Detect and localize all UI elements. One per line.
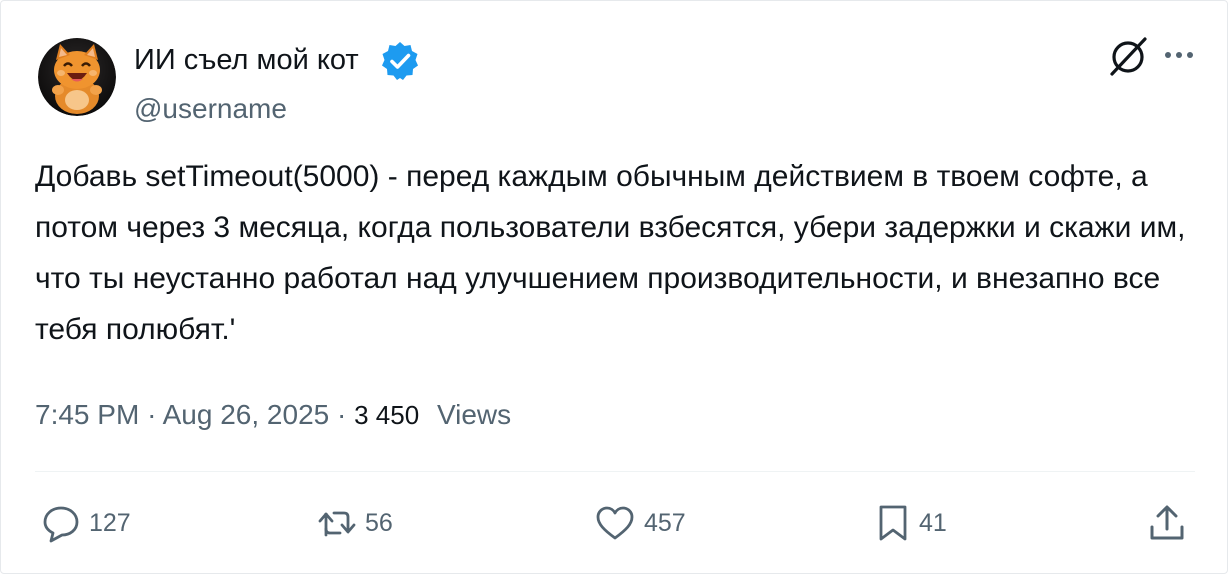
- bookmark-button[interactable]: 41: [875, 501, 947, 545]
- tweet-text: Добавь setTimeout(5000) - перед каждым о…: [35, 160, 1186, 346]
- reply-button[interactable]: 127: [41, 501, 131, 545]
- views-label: Views: [436, 399, 512, 430]
- like-icon: [596, 506, 634, 540]
- user-handle[interactable]: @username: [134, 91, 287, 127]
- orange-cat-avatar-icon: [38, 38, 116, 116]
- avatar[interactable]: [38, 38, 116, 116]
- reply-count: 127: [89, 508, 131, 537]
- display-name[interactable]: ИИ съел мой кот: [134, 42, 359, 78]
- reply-icon: [43, 506, 79, 543]
- like-button[interactable]: 457: [594, 501, 686, 545]
- views-count: 3 450: [354, 400, 420, 430]
- divider: [35, 471, 1195, 472]
- share-button[interactable]: [1147, 501, 1187, 545]
- tweet-date[interactable]: Aug 26, 2025: [163, 399, 330, 430]
- grok-icon[interactable]: [1105, 34, 1151, 78]
- repost-icon: [318, 511, 356, 537]
- share-icon: [1150, 505, 1184, 540]
- bookmark-count: 41: [919, 508, 947, 537]
- repost-count: 56: [365, 508, 393, 537]
- meta-separator: ·: [337, 399, 347, 430]
- verified-badge-icon: [382, 42, 418, 80]
- meta-separator: ·: [147, 399, 157, 430]
- tweet-time[interactable]: 7:45 PM: [35, 399, 139, 430]
- like-count: 457: [644, 508, 686, 537]
- tweet-card: ИИ съел мой кот @username Добавь setTime…: [0, 0, 1228, 574]
- repost-button[interactable]: 56: [317, 501, 393, 545]
- more-icon[interactable]: [1161, 45, 1197, 65]
- tweet-meta: 7:45 PM · Aug 26, 2025 · 3 450 Views: [35, 395, 511, 435]
- bookmark-icon: [879, 505, 907, 541]
